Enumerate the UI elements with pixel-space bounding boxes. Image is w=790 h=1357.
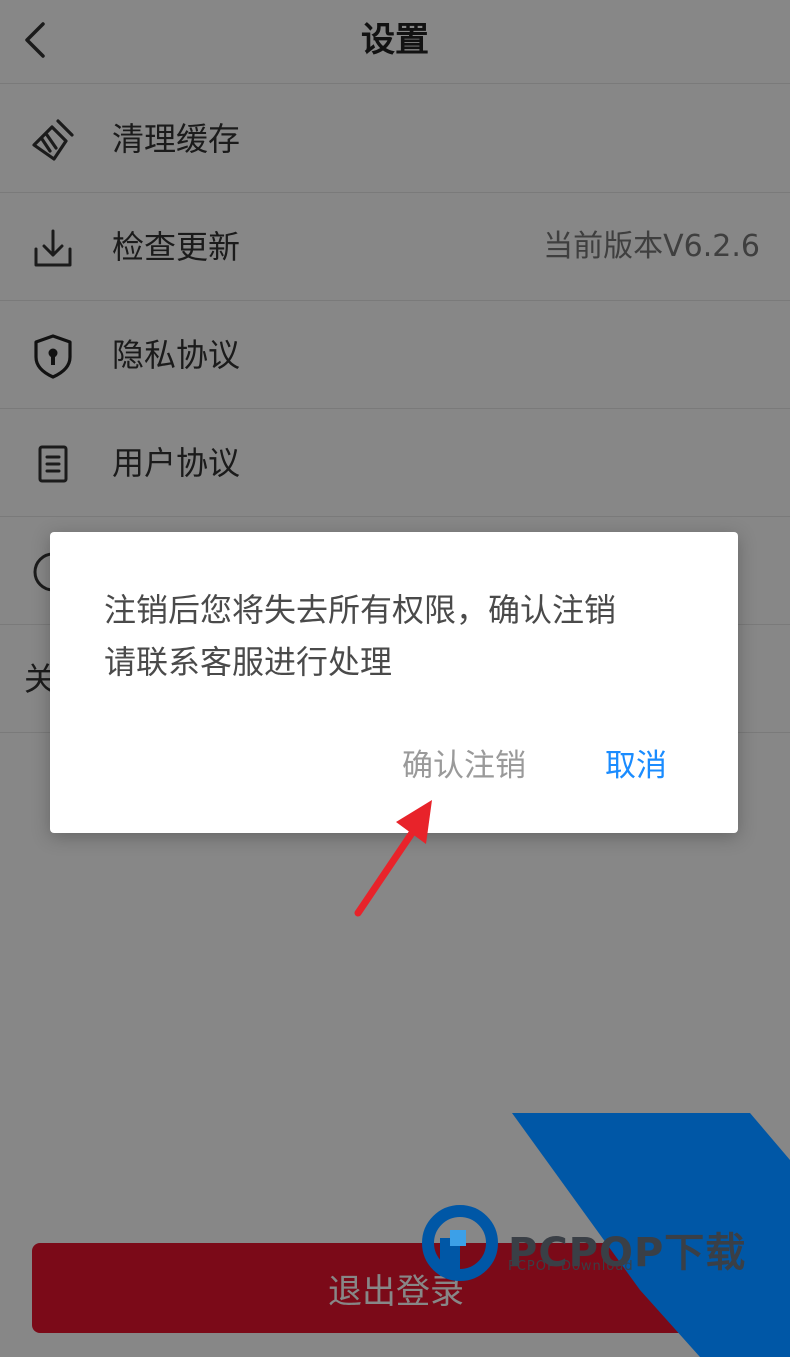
confirm-cancellation-button[interactable]: 确认注销 xyxy=(402,738,526,794)
dialog-message: 注销后您将失去所有权限，确认注销 请联系客服进行处理 xyxy=(104,584,694,688)
dialog-message-line: 请联系客服进行处理 xyxy=(104,643,393,681)
settings-screen: 设置 清理缓存 检查更新 当前版本V6.2.6 隐私协议 用户协议 关 退出登录… xyxy=(0,0,790,1357)
confirm-dialog: 注销后您将失去所有权限，确认注销 请联系客服进行处理 确认注销 取消 xyxy=(50,532,738,833)
dialog-message-line: 注销后您将失去所有权限，确认注销 xyxy=(104,591,617,629)
cancel-button[interactable]: 取消 xyxy=(605,738,667,794)
